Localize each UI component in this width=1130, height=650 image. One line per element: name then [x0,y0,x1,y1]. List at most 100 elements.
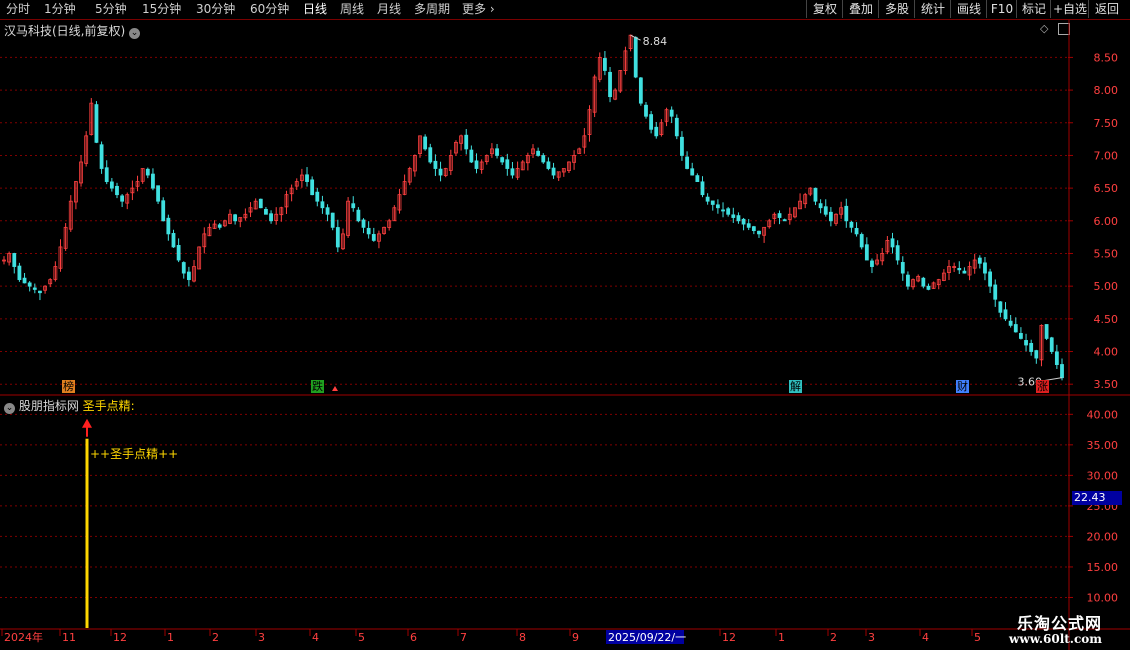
period-tab-daily[interactable]: 日线 [303,1,327,18]
time-tick-label: 4 [922,631,929,644]
time-tick-label: 12 [722,631,736,644]
chevron-down-icon[interactable]: ⌄ [4,403,15,414]
period-tab-more[interactable]: 更多 › [462,1,495,18]
candle-body [510,168,515,176]
candle-body [356,209,361,222]
candle-body [495,148,499,156]
candle-body [854,228,859,235]
multi-stock-button[interactable]: 多股 [878,0,915,18]
time-tick-label: 4 [312,631,319,644]
candle-body [269,213,273,222]
candle-body [721,209,725,212]
candle-body [38,290,42,294]
candle-body [859,234,864,248]
adjust-button[interactable]: 复权 [806,0,843,18]
time-tick-label: 12 [113,631,127,644]
candle-body [700,181,705,196]
indicator-tick-label: 40.00 [1087,408,1119,421]
candle-body [603,58,607,71]
price-tick-label: 5.50 [1094,247,1119,260]
period-tab-weekly[interactable]: 周线 [340,1,364,18]
candle-body [1044,324,1049,339]
candle-body [428,147,433,163]
price-tick-label: 5.00 [1094,280,1119,293]
candle-body [366,227,371,235]
event-tag-3[interactable]: 财 [956,380,969,393]
event-tag-2[interactable]: 解 [789,380,802,393]
candle-body [12,253,17,267]
candle-body [161,200,166,222]
event-tag-4[interactable]: 涨 [1036,380,1049,393]
candle-body [685,156,689,169]
period-tab-15min[interactable]: 15分钟 [142,1,181,18]
candle-body [438,168,443,176]
time-tick-label: 3 [868,631,875,644]
candle-body [962,270,967,274]
candle-body [782,219,787,222]
time-tick-label: 1 [778,631,785,644]
time-tick-label: 2024年 [4,630,43,644]
period-tab-1min[interactable]: 1分钟 [44,1,76,18]
candlestick-series [2,34,1064,381]
f10-button[interactable]: F10 [986,0,1017,18]
period-tab-multi[interactable]: 多周期 [414,1,450,18]
period-tab-monthly[interactable]: 月线 [377,1,401,18]
watermark-logo: 乐淘公式网 [1016,614,1102,633]
candle-body [310,179,315,196]
candle-body [469,149,474,163]
stats-button[interactable]: 统计 [914,0,951,18]
time-tick-label: 7 [460,631,467,644]
mark-button[interactable]: 标记 [1016,0,1051,18]
candle-body [546,161,551,169]
price-tick-label: 6.50 [1094,182,1119,195]
candle-body [741,218,746,225]
time-tick-label: 1 [167,631,174,644]
candle-body [849,221,854,228]
candle-body [217,224,222,228]
period-tab-30min[interactable]: 30分钟 [196,1,235,18]
add-watchlist-button[interactable]: +自选 [1050,0,1089,18]
candle-body [145,168,150,176]
candle-body [1034,350,1039,359]
candle-body [844,205,849,222]
candle-body [710,200,715,205]
candle-body [906,274,910,287]
time-tick-label: 9 [572,631,579,644]
candle-body [1029,343,1034,352]
back-button[interactable]: 返回 [1088,0,1125,18]
candle-body [27,282,32,287]
time-tick-label: 3 [258,631,265,644]
candle-body [654,126,659,137]
candle-body [32,287,37,290]
candle-body [638,77,643,104]
candle-body [176,245,181,261]
candle-body [305,174,309,182]
candle-body [258,198,263,209]
candle-body [351,203,356,209]
candle-body [1054,351,1059,365]
time-tick-label: 5 [974,631,981,644]
period-tab-fenshi[interactable]: 分时 [6,1,30,18]
event-tag-1[interactable]: 跌 [311,380,324,393]
candle-body [649,114,654,130]
price-tick-label: 6.00 [1094,215,1119,228]
candle-body [921,277,926,287]
candle-body [680,136,684,156]
period-tab-5min[interactable]: 5分钟 [95,1,127,18]
price-grid [0,56,1068,385]
candle-body [99,144,104,169]
candle-body [715,204,720,209]
draw-line-button[interactable]: 画线 [950,0,987,18]
event-tag-0[interactable]: 榜 [62,380,75,393]
indicator-tick-label: 20.00 [1087,530,1119,543]
price-tick-label: 4.00 [1094,346,1119,359]
chart-canvas: 3.50 4.00 4.50 5.00 5.50 6.00 6.50 7.00 7.50 8.00… [0,20,1130,650]
period-tab-60min[interactable]: 60分钟 [250,1,289,18]
candle-body [320,201,325,209]
overlay-button[interactable]: 叠加 [842,0,879,18]
time-tick-label: 2 [212,631,219,644]
candle-body [644,104,648,117]
candle-body [371,234,376,241]
candle-body [674,117,679,137]
price-tick-label: 7.50 [1094,117,1119,130]
